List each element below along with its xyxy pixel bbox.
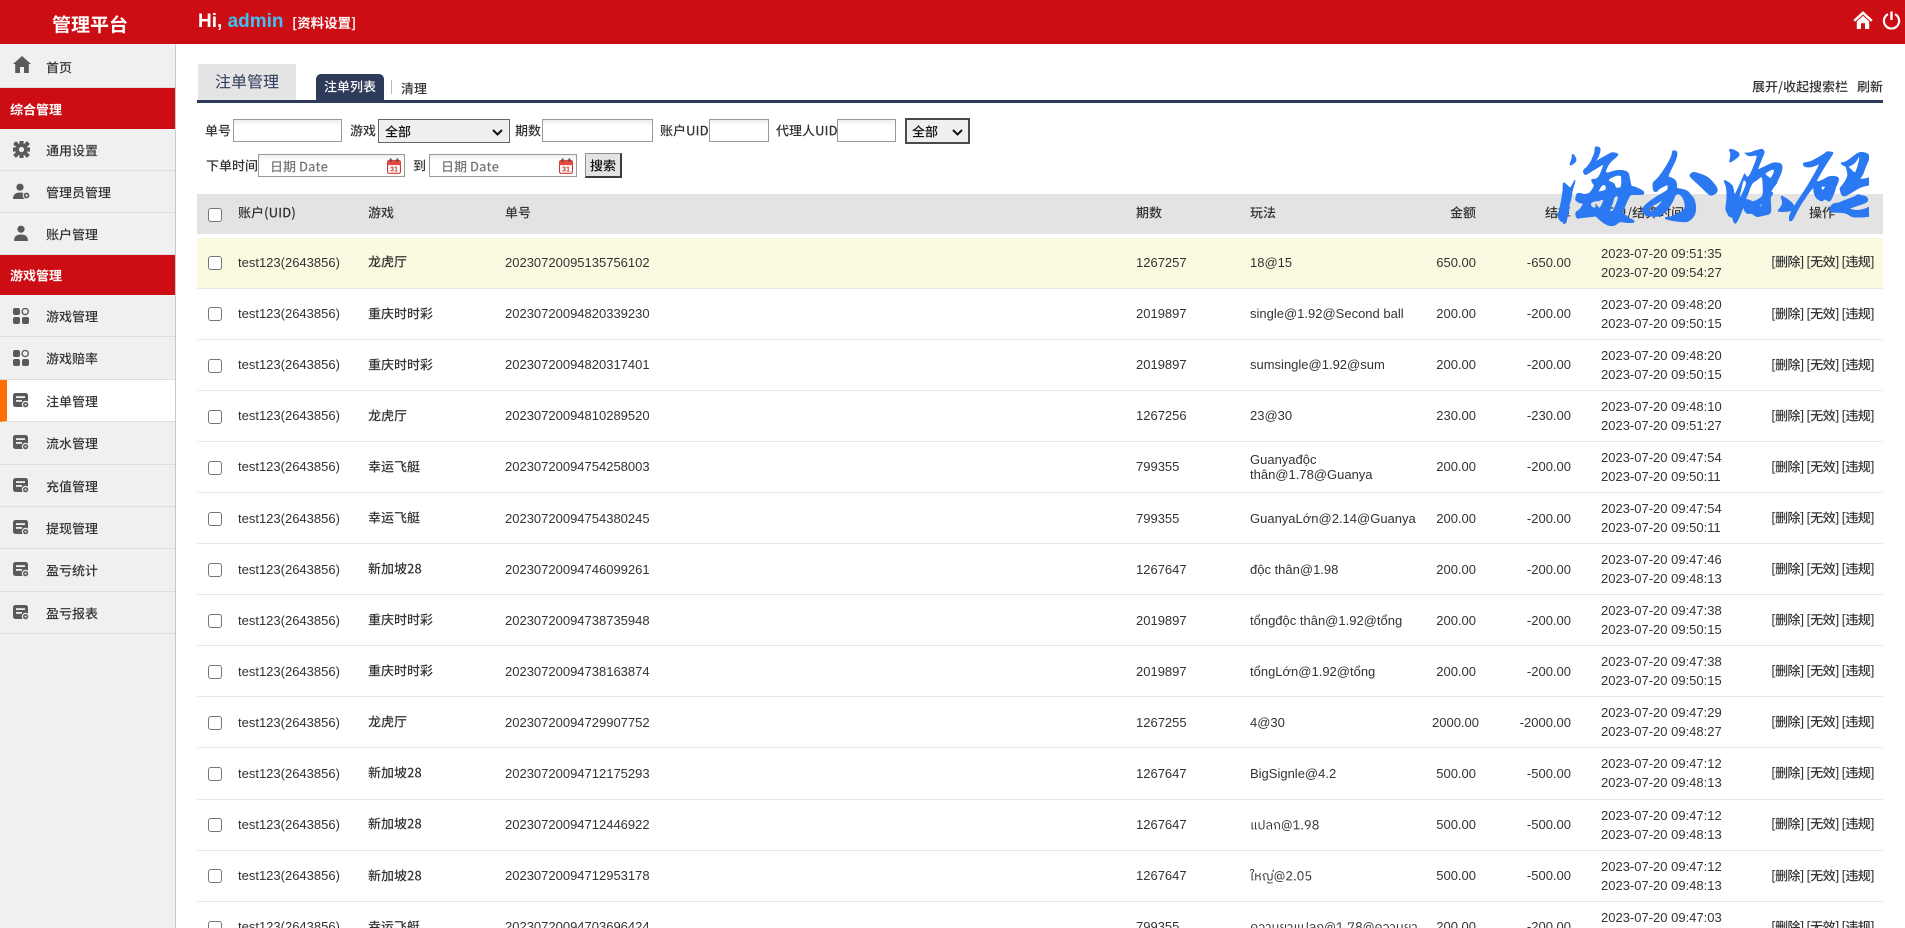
svg-text:31: 31 [562, 164, 570, 173]
svg-text:31: 31 [390, 164, 398, 173]
